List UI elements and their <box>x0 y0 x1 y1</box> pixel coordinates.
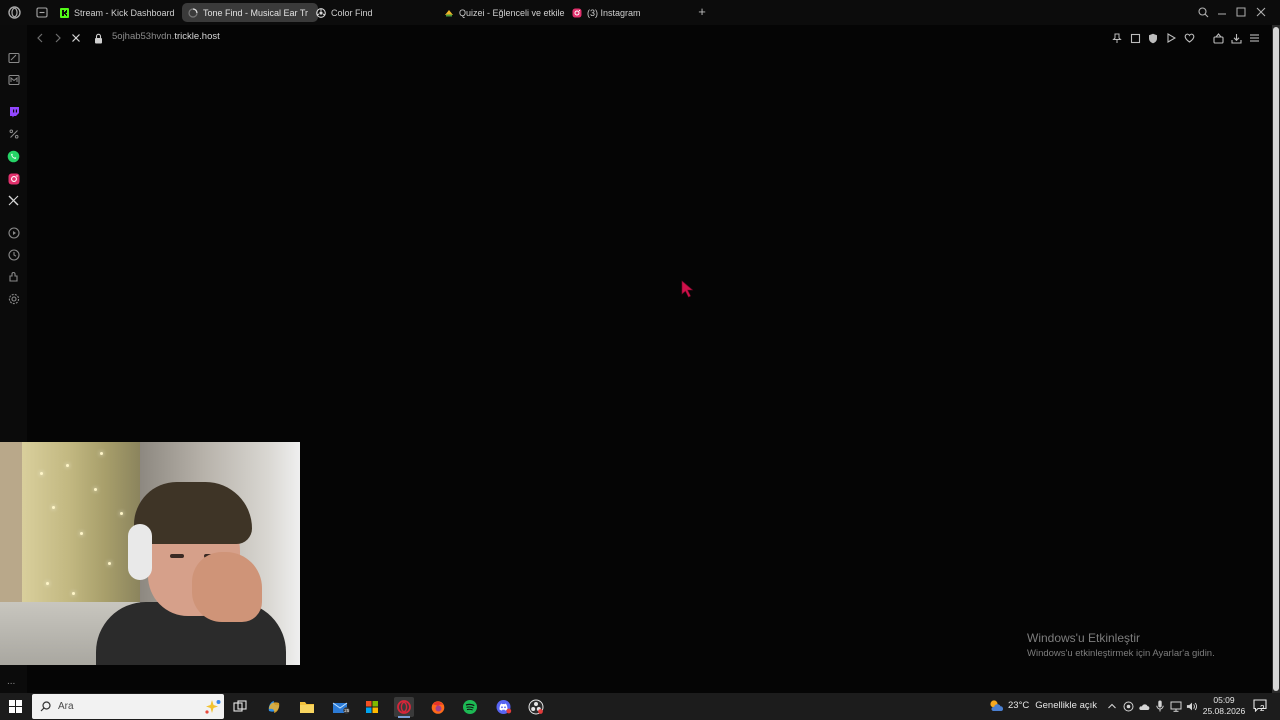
opera-menu-icon[interactable] <box>7 5 21 19</box>
stop-loading-icon[interactable] <box>70 32 82 44</box>
svg-text:25: 25 <box>344 708 350 713</box>
file-explorer-icon[interactable] <box>297 697 317 717</box>
quizei-icon <box>444 8 454 18</box>
close-icon[interactable] <box>1254 5 1268 19</box>
sidebar-more-icon[interactable]: ... <box>7 676 15 687</box>
whatsapp-icon[interactable] <box>7 150 20 163</box>
weather-partly-cloudy-icon[interactable] <box>988 698 1004 714</box>
taskbar-search-box[interactable]: Ara <box>32 694 224 719</box>
task-view-icon[interactable] <box>230 697 250 717</box>
search-tabs-icon[interactable] <box>1196 5 1210 19</box>
copilot-icon[interactable] <box>264 697 284 717</box>
minimize-icon[interactable] <box>1215 5 1229 19</box>
bookmark-heart-icon[interactable] <box>1183 32 1195 44</box>
browser-tab-bar: Stream - Kick Dashboard Tone Find - Musi… <box>0 0 1280 25</box>
weather-condition: Genellikle açık <box>1035 700 1098 711</box>
instagram-icon[interactable] <box>7 172 20 185</box>
lock-icon[interactable] <box>92 32 104 44</box>
tab-label: Quizei - Eğlenceli ve etkile <box>459 7 565 18</box>
tab-quizei[interactable]: Quizei - Eğlenceli ve etkile <box>438 3 574 22</box>
spotify-icon[interactable] <box>460 697 480 717</box>
search-icon <box>40 701 51 712</box>
notification-count: 2 <box>1260 704 1265 713</box>
pin-icon[interactable] <box>1111 32 1123 44</box>
windows-taskbar: Ara 25 23°C Genellikle açık 05:09 25.08.… <box>0 693 1280 720</box>
mail-app-icon[interactable]: 25 <box>331 697 351 717</box>
percent-icon[interactable] <box>7 127 20 140</box>
snapshot-icon[interactable] <box>1129 32 1141 44</box>
instagram-icon <box>572 8 582 18</box>
webcam-overlay <box>0 442 300 665</box>
adblock-shield-icon[interactable] <box>1147 32 1159 44</box>
extensions-icon[interactable] <box>7 270 20 283</box>
notes-icon[interactable] <box>7 51 20 64</box>
tab-label: (3) Instagram <box>587 7 641 18</box>
x-icon[interactable] <box>7 194 20 207</box>
kick-icon <box>59 7 69 18</box>
address-bar: 5ojhab53hvdn.trickle.host <box>28 27 1272 49</box>
firefox-icon[interactable] <box>428 697 448 717</box>
tab-color-find[interactable]: Color Find <box>310 3 442 22</box>
clock-date: 25.08.2026 <box>1202 706 1246 716</box>
color-find-icon <box>316 7 326 18</box>
activation-watermark-subtitle: Windows'u etkinleştirmek için Ayarlar'a … <box>1027 648 1215 659</box>
url-field[interactable]: 5ojhab53hvdn.trickle.host <box>112 31 220 42</box>
twitch-icon[interactable] <box>7 105 20 118</box>
settings-icon[interactable] <box>7 292 20 305</box>
tab-instagram[interactable]: (3) Instagram <box>566 3 698 22</box>
obs-icon[interactable] <box>526 697 546 717</box>
tab-label: Tone Find - Musical Ear Tr <box>203 7 309 18</box>
history-icon[interactable] <box>7 248 20 261</box>
workspaces-icon[interactable] <box>35 5 49 19</box>
clock-time: 05:09 <box>1213 695 1235 705</box>
network-icon[interactable] <box>1170 700 1182 712</box>
tab-tone-find[interactable]: Tone Find - Musical Ear Tr <box>182 3 318 22</box>
taskbar-clock[interactable]: 05:09 25.08.2026 <box>1196 695 1252 717</box>
maximize-icon[interactable] <box>1234 5 1248 19</box>
easy-setup-icon[interactable] <box>1248 32 1260 44</box>
weather-widget[interactable]: 23°C Genellikle açık <box>1008 700 1097 711</box>
weather-temp: 23°C <box>1008 700 1030 711</box>
wallet-icon[interactable] <box>1212 32 1224 44</box>
download-icon[interactable] <box>1230 32 1242 44</box>
tab-label: Color Find <box>331 7 373 18</box>
discord-icon[interactable] <box>493 697 513 717</box>
search-highlight-icon <box>205 700 221 714</box>
mail-icon[interactable] <box>7 73 20 86</box>
chevron-up-icon[interactable] <box>1106 700 1118 712</box>
onedrive-icon[interactable] <box>1138 700 1150 712</box>
activation-watermark-title: Windows'u Etkinleştir <box>1027 631 1140 645</box>
url-subdomain: 5ojhab53hvdn. <box>112 31 175 42</box>
back-icon[interactable] <box>34 32 46 44</box>
tab-kick-dashboard[interactable]: Stream - Kick Dashboard <box>53 3 187 22</box>
opera-browser-icon[interactable] <box>394 697 414 718</box>
tab-label: Stream - Kick Dashboard <box>74 7 175 18</box>
loading-spinner-icon <box>188 7 198 18</box>
forward-icon[interactable] <box>52 32 64 44</box>
new-tab-button[interactable]: + <box>696 5 708 18</box>
windows-start-icon[interactable] <box>9 700 22 713</box>
ms-store-icon[interactable] <box>362 697 382 717</box>
scrollbar-thumb[interactable] <box>1273 27 1279 691</box>
mouse-cursor-icon <box>681 280 694 298</box>
play-circle-icon[interactable] <box>7 226 20 239</box>
microphone-icon[interactable] <box>1154 700 1166 712</box>
url-host: trickle.host <box>174 31 220 42</box>
search-placeholder: Ara <box>58 701 74 712</box>
player-icon[interactable] <box>1165 32 1177 44</box>
notification-center-icon[interactable]: 2 <box>1253 699 1267 713</box>
tray-app-icon[interactable] <box>1122 700 1134 712</box>
